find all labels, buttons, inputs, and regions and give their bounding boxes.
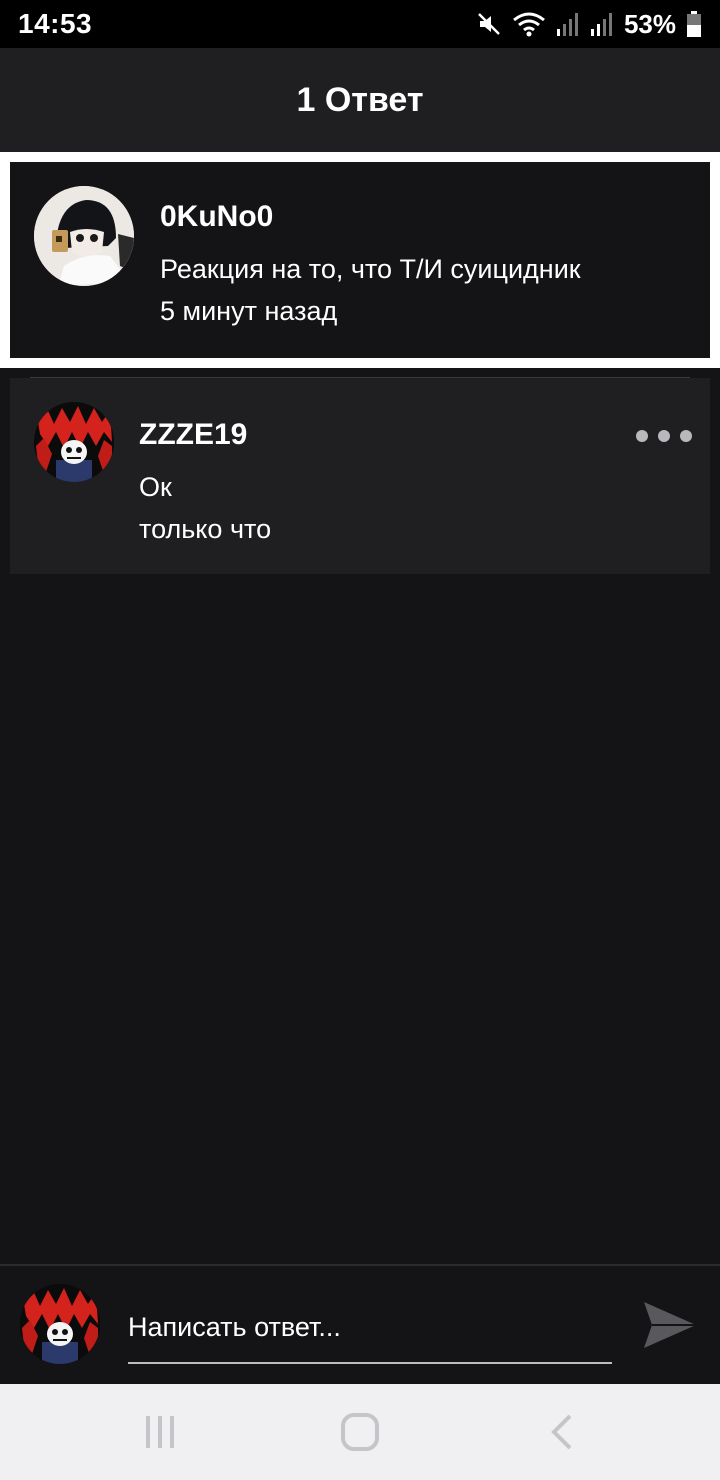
parent-comment-highlight: 0KuNo0 Реакция на то, что Т/И суицидник … [0,152,720,368]
comment-text: Реакция на то, что Т/И суицидник [160,254,581,284]
status-bar: 14:53 53% [0,0,720,48]
status-time: 14:53 [18,8,93,39]
system-nav-bar [0,1384,720,1480]
page-title: 1 Ответ [296,80,424,119]
signal-icon [590,11,614,37]
send-icon[interactable] [640,1296,698,1354]
comment-timestamp: 5 минут назад [160,296,338,326]
mute-icon [476,11,502,37]
back-icon[interactable] [544,1412,584,1452]
more-dots-icon[interactable] [636,422,692,450]
status-icons: 53% [476,9,702,40]
comment-text: Ок [139,472,172,502]
home-icon[interactable] [340,1412,380,1452]
recent-apps-icon[interactable] [140,1412,180,1452]
reply-input[interactable] [128,1292,612,1364]
dot [636,430,648,442]
comment-author[interactable]: 0KuNo0 [160,200,273,234]
wifi-icon [512,11,546,37]
avatar[interactable] [34,402,114,482]
battery-icon [686,10,702,38]
comment-timestamp: только что [139,514,272,544]
avatar[interactable] [34,186,134,286]
avatar [20,1284,100,1364]
parent-comment[interactable]: 0KuNo0 Реакция на то, что Т/И суицидник … [10,162,710,358]
reply-composer [0,1266,720,1384]
comment-author[interactable]: ZZZE19 [139,418,247,452]
app-header: 1 Ответ [0,48,720,152]
signal-icon [556,11,580,37]
dot [680,430,692,442]
battery-percent: 53% [623,8,676,39]
reply-comment[interactable]: ZZZE19 Ок только что [10,378,710,574]
dot [658,430,670,442]
